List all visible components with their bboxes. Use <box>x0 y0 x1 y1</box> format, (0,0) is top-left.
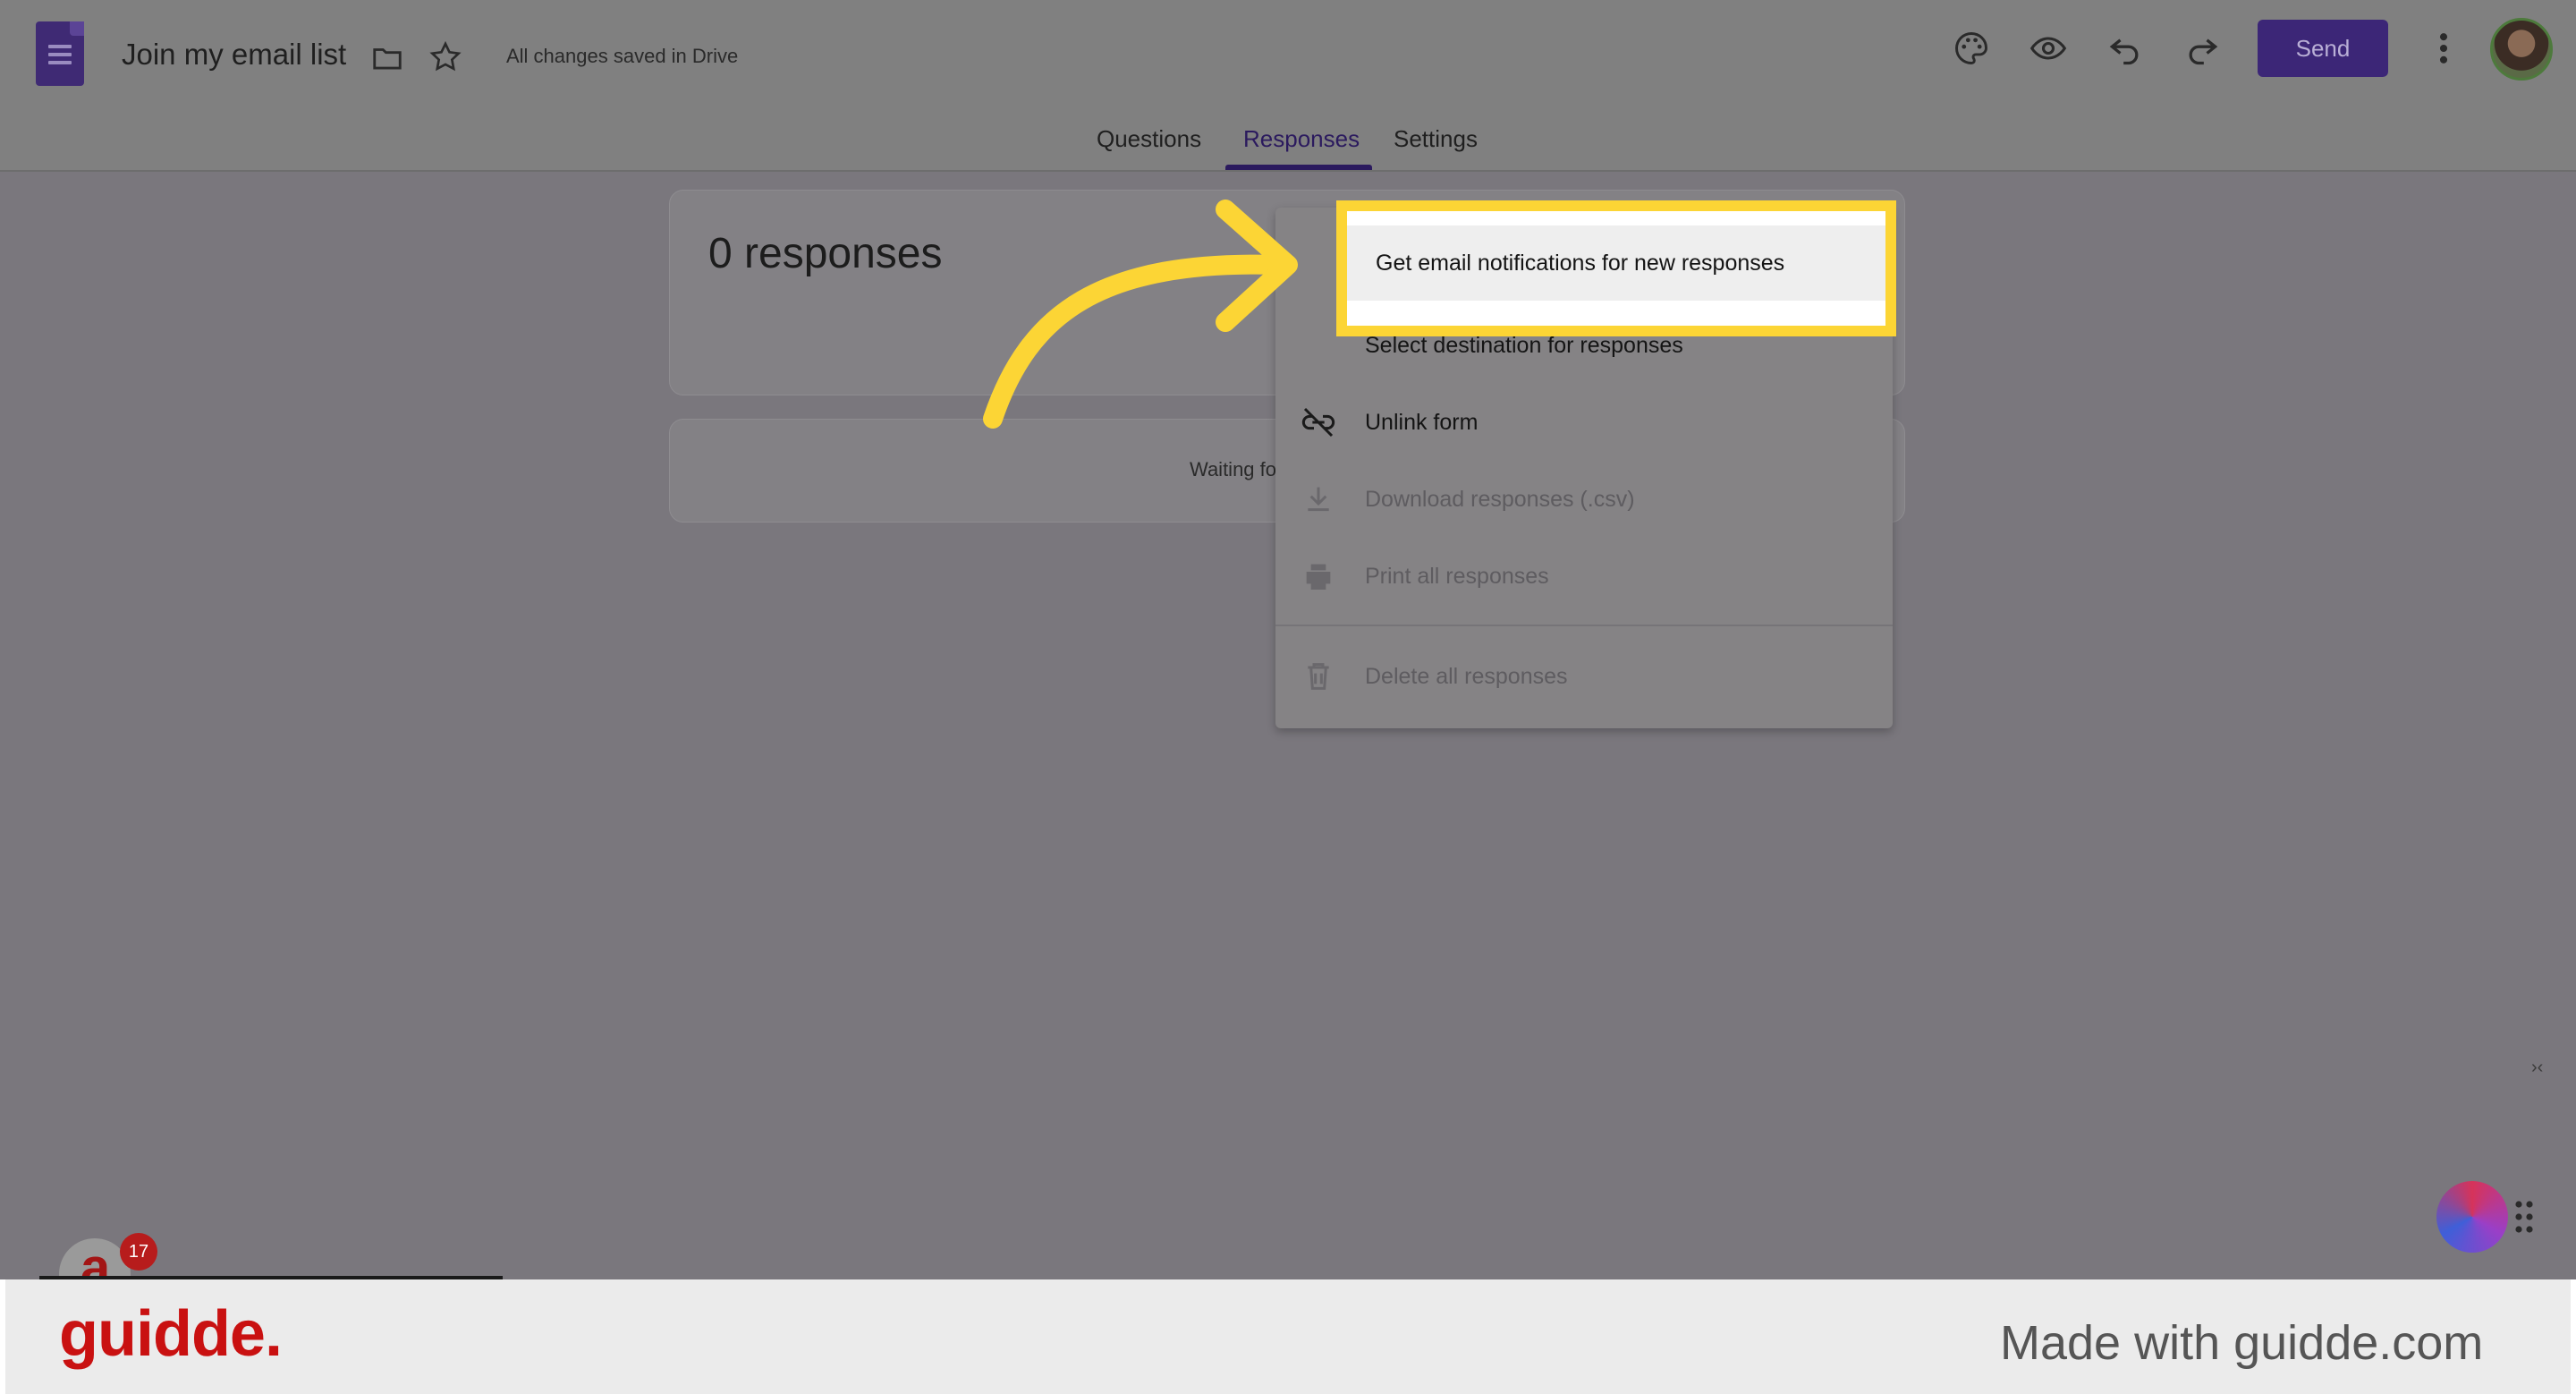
menu-item-email-notifications-label: Get email notifications for new response… <box>1376 251 1785 276</box>
tab-questions[interactable]: Questions <box>1097 125 1201 153</box>
brand-logo: guidde. <box>59 1298 283 1370</box>
menu-item-delete-all[interactable]: Delete all responses <box>1275 641 1893 712</box>
active-tab-indicator <box>1225 165 1372 170</box>
download-icon <box>1308 487 1329 512</box>
menu-item-print-all[interactable]: Print all responses <box>1275 540 1893 612</box>
redo-icon[interactable] <box>2182 29 2222 68</box>
forms-logo-icon[interactable] <box>36 21 84 86</box>
preview-eye-icon[interactable] <box>2029 29 2068 68</box>
notification-badge: 17 <box>120 1233 157 1271</box>
star-icon[interactable] <box>428 39 463 75</box>
guidde-widget-icon[interactable] <box>2436 1181 2508 1253</box>
top-bar: Join my email list All changes saved in … <box>0 0 2576 172</box>
waiting-message: Waiting fo <box>1190 458 1277 480</box>
palette-icon[interactable] <box>1952 29 1991 68</box>
footer-bar: guidde. Made with guidde.com <box>0 1279 2576 1394</box>
undo-icon[interactable] <box>2106 29 2145 68</box>
tab-settings[interactable]: Settings <box>1394 125 1478 153</box>
menu-divider <box>1275 625 1893 626</box>
menu-item-unlink-form[interactable]: Unlink form <box>1275 387 1893 458</box>
document-title[interactable]: Join my email list <box>122 38 346 72</box>
send-button[interactable]: Send <box>2258 20 2388 77</box>
folder-icon[interactable] <box>370 41 404 75</box>
responses-count: 0 responses <box>708 230 943 277</box>
drag-handle-icon[interactable] <box>2513 1199 2535 1235</box>
tab-responses[interactable]: Responses <box>1243 125 1360 153</box>
menu-item-download-csv[interactable]: Download responses (.csv) <box>1275 463 1893 535</box>
trash-icon <box>1308 663 1329 690</box>
collapse-panel-icon[interactable]: ›‹ <box>2531 1058 2567 1097</box>
more-vert-icon[interactable] <box>2429 29 2458 68</box>
made-with-text: Made with guidde.com <box>2000 1316 2484 1370</box>
save-status: All changes saved in Drive <box>506 45 739 67</box>
pointer-arrow-icon <box>983 200 1298 429</box>
print-icon <box>1306 564 1331 590</box>
highlight-box: Get email notifications for new response… <box>1336 200 1896 336</box>
avatar[interactable] <box>2490 18 2553 81</box>
